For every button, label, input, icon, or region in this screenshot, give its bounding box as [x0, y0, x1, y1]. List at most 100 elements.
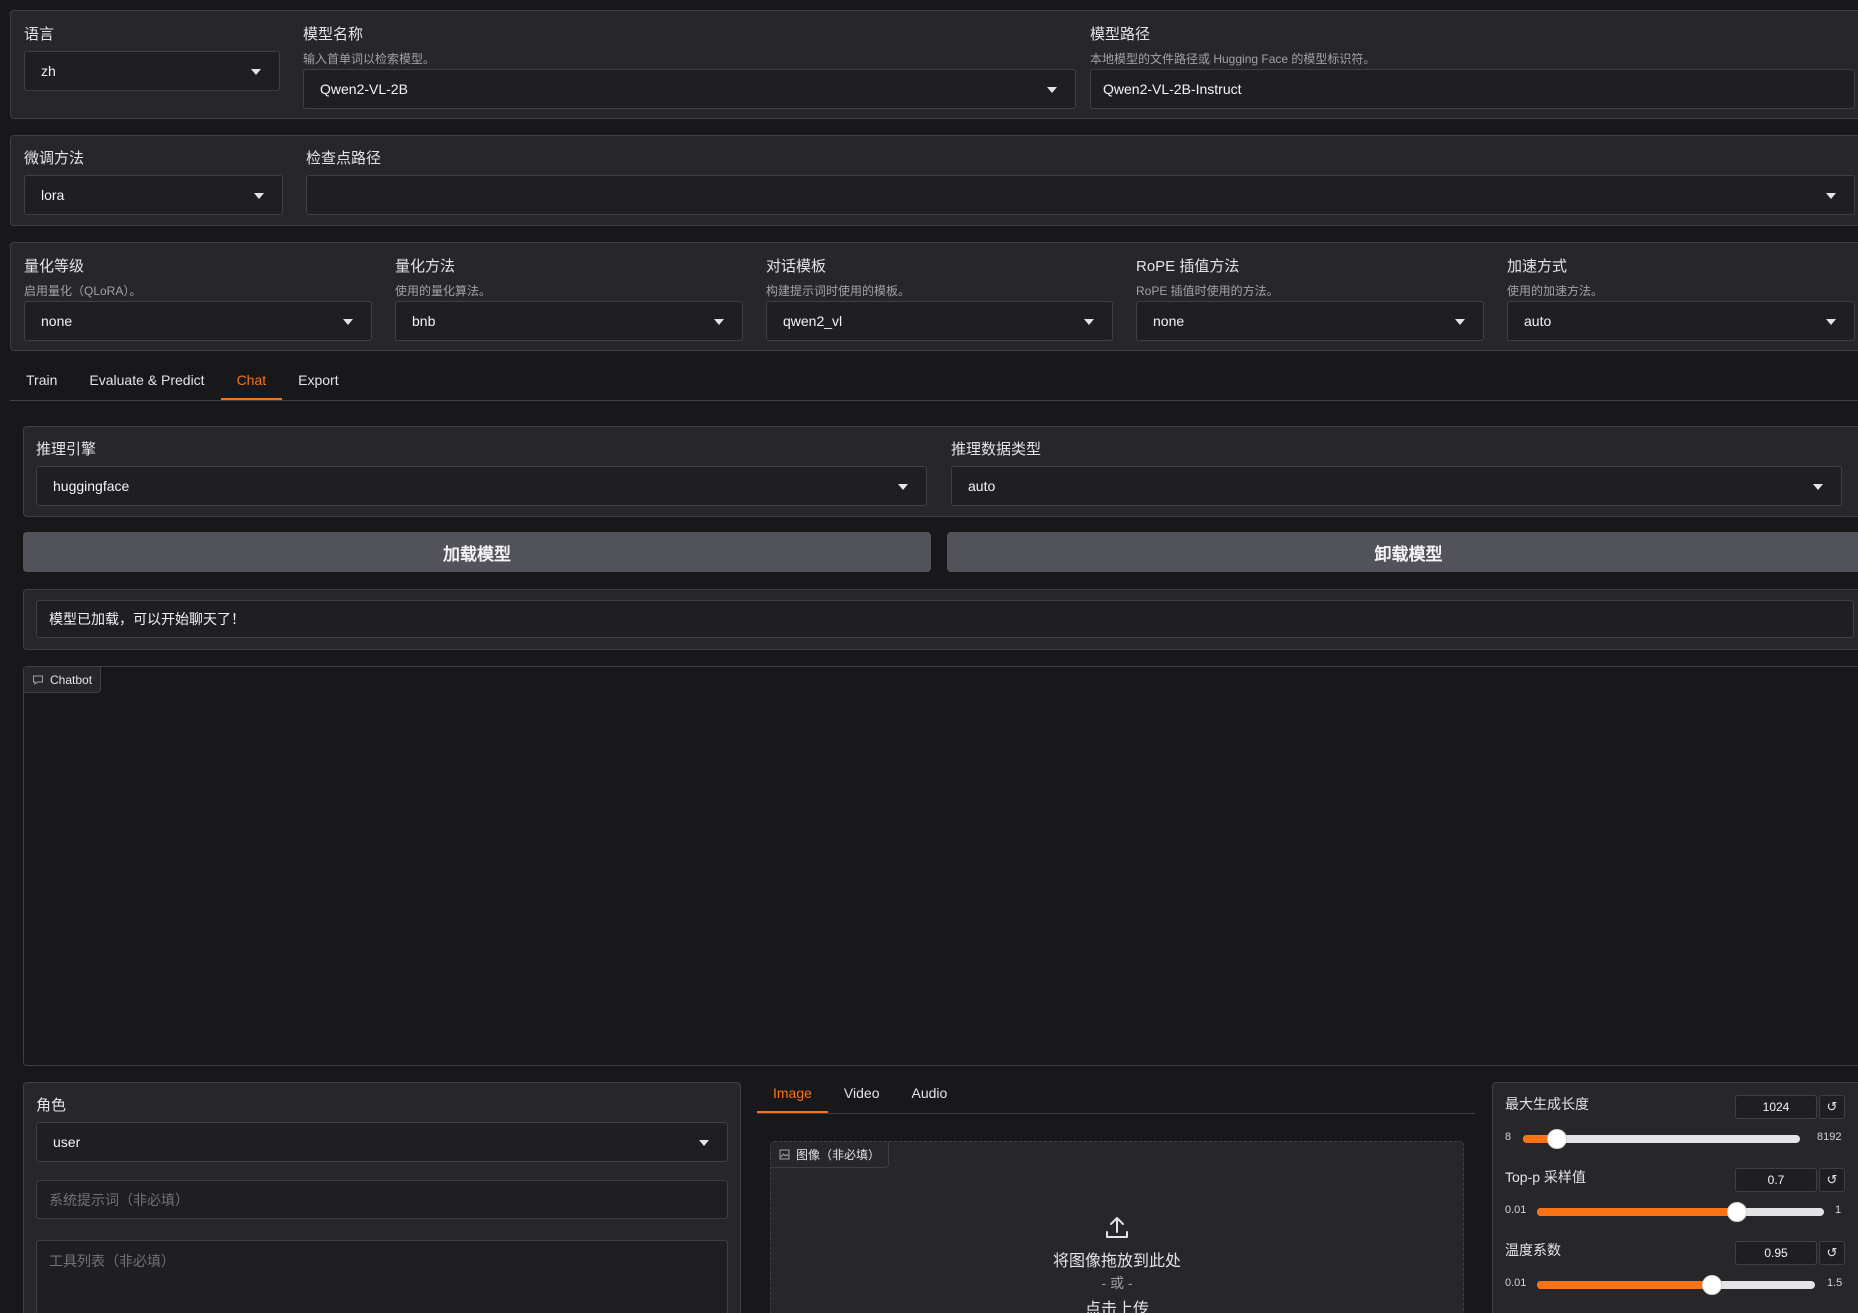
chevron-down-icon — [1813, 484, 1823, 490]
chevron-down-icon — [1455, 319, 1465, 325]
top-p-slider[interactable] — [1537, 1202, 1824, 1222]
top-p-min: 0.01 — [1505, 1204, 1527, 1216]
finetune-method-value: lora — [41, 187, 65, 203]
image-upload-panel[interactable]: 图像（非必填） 将图像拖放到此处 - 或 - 点击上传 — [770, 1141, 1464, 1313]
infer-dtype-label: 推理数据类型 — [951, 441, 1042, 458]
model-path-label: 模型路径 — [1090, 26, 1151, 43]
tools-input[interactable]: 工具列表（非必填） — [36, 1240, 728, 1313]
model-name-value: Qwen2-VL-2B — [320, 81, 408, 97]
max-new-tokens-min: 8 — [1505, 1131, 1512, 1143]
rope-field: RoPE 插值方法 RoPE 插值时使用的方法。 — [1136, 255, 1279, 299]
booster-dropdown[interactable]: auto — [1507, 301, 1855, 341]
quant-bit-label: 量化等级 — [24, 258, 85, 275]
upload-drop-text: 将图像拖放到此处 — [1052, 1253, 1181, 1270]
infer-backend-dropdown[interactable]: huggingface — [36, 466, 927, 506]
model-path-value: Qwen2-VL-2B-Instruct — [1103, 81, 1242, 97]
language-dropdown[interactable]: zh — [24, 51, 280, 91]
status-panel: 模型已加载，可以开始聊天了！ — [23, 589, 1858, 650]
top-p-max: 1 — [1835, 1204, 1842, 1216]
tab-chat[interactable]: Chat — [220, 372, 283, 400]
chevron-down-icon — [1084, 319, 1094, 325]
temperature-input[interactable]: 0.95 — [1735, 1241, 1817, 1265]
load-model-button[interactable]: 加载模型 — [23, 532, 931, 572]
rope-dropdown[interactable]: none — [1136, 301, 1484, 341]
quant-method-field: 量化方法 使用的量化算法。 — [395, 255, 491, 299]
chevron-down-icon — [898, 484, 908, 490]
system-prompt-placeholder: 系统提示词（非必填） — [49, 1191, 189, 1208]
slider-fill — [1537, 1208, 1738, 1216]
quant-method-value: bnb — [412, 313, 436, 329]
checkpoint-dropdown[interactable] — [306, 175, 1855, 215]
tab-evaluate-predict[interactable]: Evaluate & Predict — [73, 372, 220, 400]
max-new-tokens-reset-button[interactable]: ↺ — [1819, 1095, 1845, 1119]
chatbot-label: Chatbot — [50, 672, 93, 687]
reset-icon: ↺ — [1826, 1245, 1838, 1260]
reset-icon: ↺ — [1826, 1099, 1838, 1114]
max-new-tokens-slider[interactable] — [1523, 1129, 1800, 1149]
template-value: qwen2_vl — [783, 313, 843, 329]
slider-thumb[interactable] — [1727, 1202, 1748, 1222]
reset-icon: ↺ — [1826, 1172, 1838, 1187]
chevron-down-icon — [699, 1140, 709, 1146]
rope-label: RoPE 插值方法 — [1136, 258, 1240, 275]
unload-model-button[interactable]: 卸载模型 — [947, 532, 1858, 572]
upload-icon — [1106, 1217, 1128, 1238]
model-name-dropdown[interactable]: Qwen2-VL-2B — [303, 69, 1076, 109]
template-info: 构建提示词时使用的模板。 — [766, 284, 911, 298]
top-p-input[interactable]: 0.7 — [1735, 1168, 1817, 1192]
template-dropdown[interactable]: qwen2_vl — [766, 301, 1113, 341]
quant-bit-field: 量化等级 启用量化（QLoRA）。 — [24, 255, 141, 299]
role-label: 角色 — [36, 1097, 67, 1114]
top-p-reset-button[interactable]: ↺ — [1819, 1168, 1845, 1192]
quant-bit-value: none — [41, 313, 73, 329]
quant-method-info: 使用的量化算法。 — [395, 284, 492, 298]
chevron-down-icon — [343, 319, 353, 325]
booster-info: 使用的加速方法。 — [1507, 284, 1604, 298]
slider-fill — [1537, 1281, 1713, 1289]
chevron-down-icon — [1826, 319, 1836, 325]
tab-video[interactable]: Video — [828, 1085, 896, 1113]
chat-bubble-icon — [33, 675, 43, 685]
tab-export[interactable]: Export — [282, 372, 354, 400]
finetune-method-label: 微调方法 — [24, 150, 85, 167]
temperature-slider[interactable] — [1537, 1275, 1815, 1295]
tab-audio[interactable]: Audio — [895, 1085, 963, 1113]
image-block-label: 图像（非必填） — [771, 1142, 890, 1168]
image-label: 图像（非必填） — [796, 1148, 881, 1162]
main-tabs: Train Evaluate & Predict Chat Export — [10, 372, 1858, 401]
quant-method-label: 量化方法 — [395, 258, 456, 275]
chatbot-block-label: Chatbot — [24, 667, 102, 693]
tab-train[interactable]: Train — [10, 372, 73, 400]
chevron-down-icon — [1826, 193, 1836, 199]
slider-thumb[interactable] — [1547, 1129, 1568, 1149]
temperature-max: 1.5 — [1827, 1277, 1843, 1289]
max-new-tokens-label: 最大生成长度 — [1505, 1096, 1589, 1112]
role-dropdown[interactable]: user — [36, 1122, 728, 1162]
slider-thumb[interactable] — [1702, 1275, 1723, 1295]
infer-backend-label: 推理引擎 — [36, 441, 97, 458]
model-name-label: 模型名称 — [303, 26, 364, 43]
rope-info: RoPE 插值时使用的方法。 — [1136, 284, 1279, 298]
model-name-field: 模型名称 输入首单词以检索模型。 — [303, 23, 435, 67]
upload-area[interactable]: 将图像拖放到此处 - 或 - 点击上传 — [771, 1214, 1463, 1313]
model-name-info: 输入首单词以检索模型。 — [303, 52, 436, 66]
rope-value: none — [1153, 313, 1185, 329]
inference-panel: 推理引擎 huggingface 推理数据类型 auto — [23, 426, 1858, 517]
chevron-down-icon — [1047, 87, 1057, 93]
system-prompt-input[interactable]: 系统提示词（非必填） — [36, 1180, 728, 1219]
model-path-field: 模型路径 本地模型的文件路径或 Hugging Face 的模型标识符。 — [1090, 23, 1375, 67]
quant-bit-dropdown[interactable]: none — [24, 301, 372, 341]
top-p-label: Top-p 采样值 — [1505, 1169, 1586, 1185]
model-path-input[interactable]: Qwen2-VL-2B-Instruct — [1090, 69, 1855, 109]
chevron-down-icon — [254, 193, 264, 199]
max-new-tokens-input[interactable]: 1024 — [1735, 1095, 1817, 1119]
infer-dtype-value: auto — [968, 478, 996, 494]
model-path-info: 本地模型的文件路径或 Hugging Face 的模型标识符。 — [1090, 52, 1376, 66]
model-settings-panel: 语言 zh 模型名称 输入首单词以检索模型。 Qwen2-VL-2B 模型路径 … — [10, 10, 1858, 119]
temperature-reset-button[interactable]: ↺ — [1819, 1241, 1845, 1265]
infer-dtype-dropdown[interactable]: auto — [951, 466, 1842, 506]
tab-image[interactable]: Image — [757, 1085, 828, 1113]
booster-field: 加速方式 使用的加速方法。 — [1507, 255, 1603, 299]
finetune-method-dropdown[interactable]: lora — [24, 175, 283, 215]
quant-method-dropdown[interactable]: bnb — [395, 301, 743, 341]
